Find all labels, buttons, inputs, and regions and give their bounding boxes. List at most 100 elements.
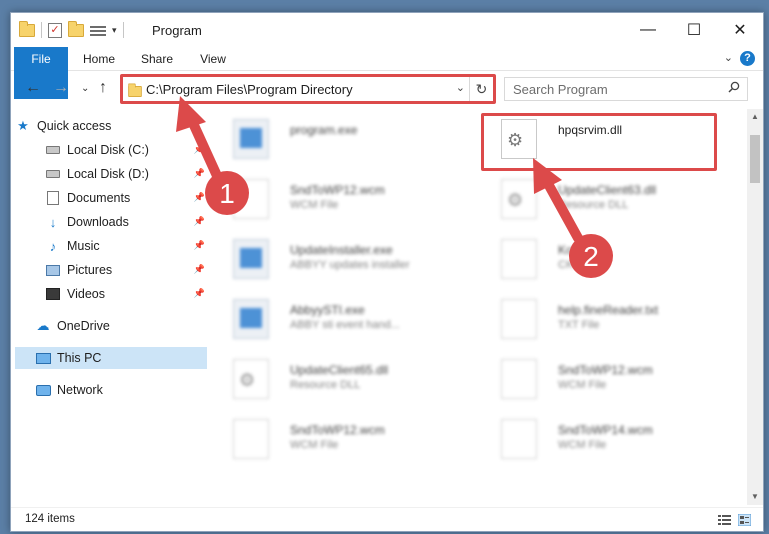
back-arrow-icon[interactable]: ← (25, 79, 41, 97)
sidebar-item-documents[interactable]: Documents 📌 (15, 187, 207, 209)
pin-icon: 📌 (193, 144, 205, 154)
list-item[interactable]: UpdateInstaller.exe ABBYY updates instal… (211, 233, 451, 285)
file-icon (233, 179, 269, 219)
refresh-icon[interactable]: ↻ (469, 77, 493, 101)
close-button[interactable]: ✕ (717, 13, 763, 47)
sidebar-item-videos[interactable]: Videos 📌 (15, 283, 207, 305)
sidebar-item-label: Music (67, 239, 100, 253)
sidebar-item-local-disk-c[interactable]: Local Disk (C:) 📌 (15, 139, 207, 161)
expand-ribbon-icon[interactable]: ⌄ (724, 51, 733, 64)
address-bar[interactable]: C:\Program Files\Program Directory ⌄ ↻ (122, 76, 494, 102)
pin-icon: 📌 (193, 264, 205, 274)
sidebar-item-label: Local Disk (C:) (67, 143, 149, 157)
file-name: program.exe (290, 123, 358, 137)
search-icon[interactable] (728, 81, 740, 93)
details-view-icon[interactable] (718, 514, 731, 526)
sidebar-item-music[interactable]: ♪ Music 📌 (15, 235, 207, 257)
list-item[interactable]: SndToWP12.wcm WCM File (479, 353, 719, 405)
file-type: WCM File (558, 379, 607, 391)
search-input[interactable] (505, 78, 715, 100)
list-item[interactable]: Korean CK File (479, 233, 719, 285)
file-type: Resource DLL (558, 199, 629, 211)
file-name: AbbyySTI.exe (290, 303, 365, 317)
file-type: ABBY sti event hand... (290, 319, 400, 331)
maximize-button[interactable]: ☐ (671, 13, 717, 47)
pin-icon: 📌 (193, 288, 205, 298)
tiles-view-icon[interactable] (738, 514, 751, 526)
scrollbar-thumb[interactable] (750, 135, 760, 183)
sidebar-item-label: Network (57, 383, 103, 397)
chevron-down-icon[interactable]: ▾ (112, 25, 117, 36)
address-folder-icon (128, 83, 142, 98)
tab-share[interactable]: Share (129, 47, 185, 71)
new-folder-icon[interactable] (68, 20, 84, 37)
star-icon: ★ (17, 118, 29, 133)
tab-home[interactable]: Home (71, 47, 127, 71)
sidebar-item-label: OneDrive (57, 319, 110, 333)
file-name: UpdateInstaller.exe (290, 243, 393, 257)
list-item[interactable]: UpdateClient63.dll Resource DLL (479, 173, 719, 225)
file-icon (233, 419, 269, 459)
file-type: CK File (558, 259, 595, 271)
scroll-up-icon[interactable]: ▲ (747, 109, 763, 125)
list-item[interactable]: program.exe (211, 113, 451, 165)
address-dropdown-icon[interactable]: ⌄ (456, 81, 465, 94)
scroll-down-icon[interactable]: ▼ (747, 489, 763, 505)
list-item[interactable]: UpdateClient65.dll Resource DLL (211, 353, 451, 405)
customize-icon[interactable] (90, 24, 106, 37)
toolbar-divider (122, 22, 124, 38)
onedrive-icon: ☁ (36, 318, 50, 333)
dll-icon (501, 119, 537, 159)
ribbon-tabs: File Home Share View ⌄ ? (11, 47, 763, 99)
address-path[interactable]: C:\Program Files\Program Directory (146, 82, 353, 97)
file-name: SndToWP12.wcm (290, 423, 385, 437)
file-type: Resource DLL (290, 379, 361, 391)
help-icon[interactable]: ? (740, 51, 755, 66)
file-type: WCM File (290, 439, 339, 451)
properties-check-icon[interactable]: ✓ (48, 22, 62, 38)
sidebar-item-pictures[interactable]: Pictures 📌 (15, 259, 207, 281)
title-bar: ✓ ▾ Program — ☐ ✕ (11, 13, 763, 47)
videos-icon (45, 286, 61, 302)
pin-icon: 📌 (193, 192, 205, 202)
drive-icon (45, 142, 61, 158)
quick-access-toolbar: ✓ ▾ (19, 20, 124, 38)
list-item[interactable]: SndToWP12.wcm WCM File (211, 173, 451, 225)
list-item[interactable]: help.fineReader.txt TXT File (479, 293, 719, 345)
forward-arrow-icon[interactable]: → (53, 79, 69, 97)
sidebar-item-downloads[interactable]: ↓ Downloads 📌 (15, 211, 207, 233)
sidebar-item-label: Pictures (67, 263, 113, 277)
sidebar-item-label: Local Disk (D:) (67, 167, 149, 181)
search-box[interactable] (504, 77, 748, 101)
pin-icon: 📌 (193, 168, 205, 178)
sidebar-item-network[interactable]: Network (15, 379, 207, 401)
file-type: WCM File (290, 199, 339, 211)
pictures-icon (45, 262, 61, 278)
list-item[interactable]: AbbyySTI.exe ABBY sti event hand... (211, 293, 451, 345)
list-item[interactable]: SndToWP12.wcm WCM File (211, 413, 451, 465)
sidebar-item-label: Videos (67, 287, 105, 301)
vertical-scrollbar[interactable]: ▲ ▼ (747, 109, 763, 505)
list-item[interactable]: SndToWP14.wcm WCM File (479, 413, 719, 465)
recent-locations-chevron-icon[interactable]: ⌄ (81, 83, 89, 94)
minimize-button[interactable]: — (625, 13, 671, 47)
exe-icon (233, 119, 269, 159)
sidebar-item-label: This PC (57, 351, 102, 365)
tab-view[interactable]: View (187, 47, 239, 71)
drive-icon (45, 166, 61, 182)
sidebar-item-quick-access[interactable]: ★ Quick access (15, 115, 207, 137)
sidebar-item-local-disk-d[interactable]: Local Disk (D:) 📌 (15, 163, 207, 185)
status-bar: 124 items (11, 507, 763, 531)
list-item-hpqsrvim[interactable]: hpqsrvim.dll (479, 113, 719, 165)
navigation-pane: ★ Quick access Local Disk (C:) 📌 Local D… (11, 113, 207, 503)
file-name: SndToWP12.wcm (558, 363, 653, 377)
exe-icon (233, 239, 269, 279)
file-type: WCM File (558, 439, 607, 451)
sidebar-item-onedrive[interactable]: ☁ OneDrive (15, 315, 207, 337)
file-name: help.fineReader.txt (558, 303, 659, 317)
file-list: program.exe hpqsrvim.dll SndToWP12.wcm W… (211, 113, 741, 505)
file-name: Korean (558, 243, 597, 257)
documents-icon (45, 190, 61, 206)
up-arrow-icon[interactable]: ↑ (99, 79, 107, 97)
sidebar-item-this-pc[interactable]: This PC (15, 347, 207, 369)
